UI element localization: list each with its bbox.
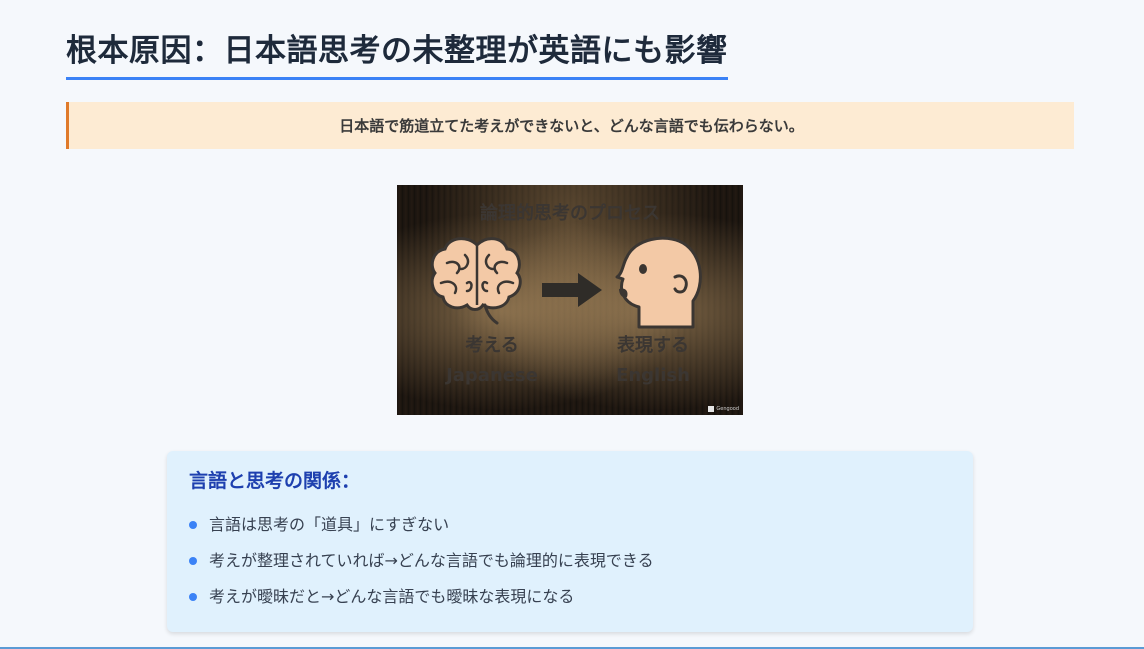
list-item-text: 考えが整理されていれば→どんな言語でも論理的に表現できる: [209, 551, 654, 570]
figure-title: 論理的思考のプロセス: [480, 203, 660, 224]
bullet-dot-icon: [189, 593, 197, 601]
list-item-text: 言語は思考の「道具」にすぎない: [209, 515, 450, 534]
list-item: 考えが整理されていれば→どんな言語でも論理的に表現できる: [189, 543, 951, 579]
arrow-right-icon: [542, 273, 602, 307]
list-item-text: 考えが曖昧だと→どんな言語でも曖昧な表現になる: [209, 587, 575, 606]
figure-left-label: 考える Japanese: [417, 331, 567, 391]
callout-banner: 日本語で筋道立てた考えができないと、どんな言語でも伝わらない。: [66, 102, 1074, 149]
page-title: 根本原因：日本語思考の未整理が英語にも影響: [66, 28, 728, 80]
list-item: 言語は思考の「道具」にすぎない: [189, 507, 951, 543]
list-item: 考えが曖昧だと→どんな言語でも曖昧な表現になる: [189, 579, 951, 615]
callout-text: 日本語で筋道立てた考えができないと、どんな言語でも伝わらない。: [339, 117, 804, 135]
slide: 根本原因：日本語思考の未整理が英語にも影響 日本語で筋道立てた考えができないと、…: [0, 0, 1144, 649]
bullet-dot-icon: [189, 557, 197, 565]
panel-bullet-list: 言語は思考の「道具」にすぎない 考えが整理されていれば→どんな言語でも論理的に表…: [189, 507, 951, 615]
speaking-head-icon: [615, 236, 702, 329]
brain-icon: [430, 237, 522, 325]
bullet-dot-icon: [189, 521, 197, 529]
figure-left-label-jp: 考える: [465, 335, 519, 356]
watermark-text: Gengood: [716, 406, 739, 412]
panel-title: 言語と思考の関係：: [189, 470, 361, 492]
watermark-badge: Gengood: [708, 406, 739, 412]
watermark-logo-icon: [708, 406, 715, 412]
figure-right-label-en: English: [616, 365, 690, 386]
thinking-process-figure: 論理的思考のプロセス 考える Japanese 表現する English Gen…: [397, 185, 743, 415]
page-title-wrapper: 根本原因：日本語思考の未整理が英語にも影響: [66, 28, 728, 80]
figure-right-label: 表現する English: [583, 331, 723, 391]
language-thought-panel: 言語と思考の関係： 言語は思考の「道具」にすぎない 考えが整理されていれば→どん…: [167, 451, 973, 632]
figure-right-label-jp: 表現する: [617, 335, 689, 356]
figure-left-label-en: Japanese: [446, 365, 538, 386]
